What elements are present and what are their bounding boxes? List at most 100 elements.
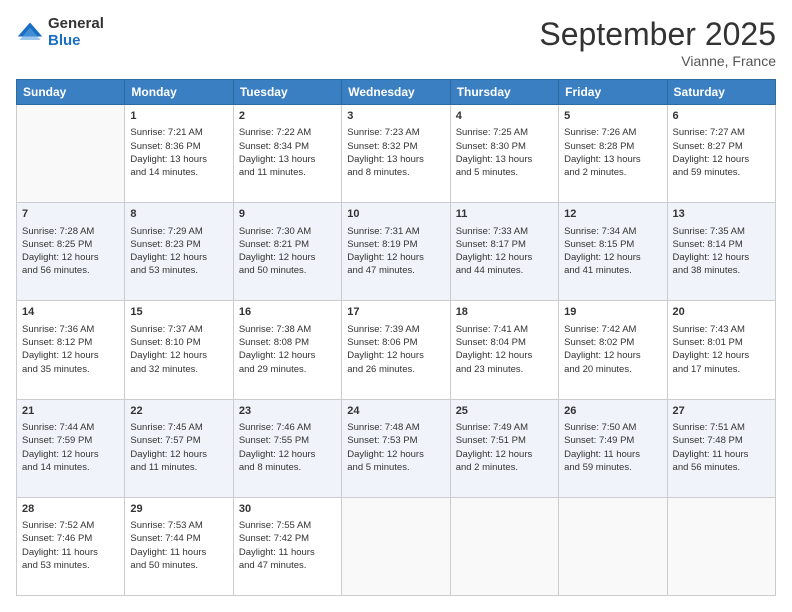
day-info: Sunset: 8:04 PM (456, 336, 553, 349)
col-header-thursday: Thursday (450, 80, 558, 105)
day-info: Sunrise: 7:34 AM (564, 225, 661, 238)
day-info: Sunrise: 7:26 AM (564, 126, 661, 139)
day-info: Daylight: 12 hours (130, 251, 227, 264)
calendar-cell-2-1: 15Sunrise: 7:37 AMSunset: 8:10 PMDayligh… (125, 301, 233, 399)
day-number: 22 (130, 404, 227, 419)
day-info: Daylight: 13 hours (130, 153, 227, 166)
day-info: Sunset: 8:25 PM (22, 238, 119, 251)
day-info: Sunrise: 7:27 AM (673, 126, 770, 139)
calendar-cell-1-1: 8Sunrise: 7:29 AMSunset: 8:23 PMDaylight… (125, 203, 233, 301)
day-info: Daylight: 12 hours (22, 251, 119, 264)
day-info: Sunrise: 7:49 AM (456, 421, 553, 434)
day-info: Sunset: 8:34 PM (239, 140, 336, 153)
calendar-cell-0-2: 2Sunrise: 7:22 AMSunset: 8:34 PMDaylight… (233, 105, 341, 203)
calendar-header-row: SundayMondayTuesdayWednesdayThursdayFrid… (17, 80, 776, 105)
day-info: and 44 minutes. (456, 264, 553, 277)
day-info: Sunrise: 7:36 AM (22, 323, 119, 336)
calendar-cell-1-3: 10Sunrise: 7:31 AMSunset: 8:19 PMDayligh… (342, 203, 450, 301)
calendar-cell-4-5 (559, 497, 667, 595)
day-info: Daylight: 12 hours (239, 448, 336, 461)
day-info: Sunrise: 7:41 AM (456, 323, 553, 336)
calendar-cell-3-3: 24Sunrise: 7:48 AMSunset: 7:53 PMDayligh… (342, 399, 450, 497)
calendar-cell-1-6: 13Sunrise: 7:35 AMSunset: 8:14 PMDayligh… (667, 203, 775, 301)
day-number: 4 (456, 109, 553, 124)
day-number: 24 (347, 404, 444, 419)
day-info: and 50 minutes. (130, 559, 227, 572)
day-info: and 20 minutes. (564, 363, 661, 376)
day-info: and 56 minutes. (673, 461, 770, 474)
week-row-0: 1Sunrise: 7:21 AMSunset: 8:36 PMDaylight… (17, 105, 776, 203)
day-info: Sunset: 7:48 PM (673, 434, 770, 447)
day-info: Sunset: 7:42 PM (239, 532, 336, 545)
day-number: 15 (130, 305, 227, 320)
day-info: and 32 minutes. (130, 363, 227, 376)
day-info: Daylight: 11 hours (22, 546, 119, 559)
day-info: Sunset: 8:06 PM (347, 336, 444, 349)
day-info: Daylight: 12 hours (22, 448, 119, 461)
day-info: Sunset: 8:27 PM (673, 140, 770, 153)
calendar-cell-0-4: 4Sunrise: 7:25 AMSunset: 8:30 PMDaylight… (450, 105, 558, 203)
col-header-wednesday: Wednesday (342, 80, 450, 105)
location: Vianne, France (539, 53, 776, 69)
day-info: Sunset: 8:01 PM (673, 336, 770, 349)
day-info: and 2 minutes. (456, 461, 553, 474)
day-info: Daylight: 12 hours (239, 349, 336, 362)
day-info: Sunset: 7:49 PM (564, 434, 661, 447)
day-info: Sunset: 7:57 PM (130, 434, 227, 447)
day-info: Daylight: 12 hours (564, 251, 661, 264)
calendar-cell-1-5: 12Sunrise: 7:34 AMSunset: 8:15 PMDayligh… (559, 203, 667, 301)
day-number: 23 (239, 404, 336, 419)
day-number: 14 (22, 305, 119, 320)
day-number: 29 (130, 502, 227, 517)
day-number: 10 (347, 207, 444, 222)
day-info: Daylight: 13 hours (564, 153, 661, 166)
calendar-cell-0-3: 3Sunrise: 7:23 AMSunset: 8:32 PMDaylight… (342, 105, 450, 203)
day-info: and 26 minutes. (347, 363, 444, 376)
day-info: Daylight: 12 hours (456, 251, 553, 264)
calendar-cell-4-1: 29Sunrise: 7:53 AMSunset: 7:44 PMDayligh… (125, 497, 233, 595)
day-info: Daylight: 13 hours (347, 153, 444, 166)
day-number: 18 (456, 305, 553, 320)
calendar-cell-4-6 (667, 497, 775, 595)
day-info: Sunset: 8:23 PM (130, 238, 227, 251)
day-info: and 2 minutes. (564, 166, 661, 179)
header: General Blue September 2025 Vianne, Fran… (16, 16, 776, 69)
day-info: Sunrise: 7:22 AM (239, 126, 336, 139)
day-info: Sunset: 8:08 PM (239, 336, 336, 349)
day-info: Daylight: 12 hours (673, 251, 770, 264)
day-info: Sunset: 8:30 PM (456, 140, 553, 153)
day-info: Sunrise: 7:35 AM (673, 225, 770, 238)
calendar-cell-3-4: 25Sunrise: 7:49 AMSunset: 7:51 PMDayligh… (450, 399, 558, 497)
col-header-sunday: Sunday (17, 80, 125, 105)
day-info: Sunset: 8:02 PM (564, 336, 661, 349)
day-info: Daylight: 12 hours (673, 349, 770, 362)
day-info: Sunset: 8:28 PM (564, 140, 661, 153)
day-info: Sunrise: 7:42 AM (564, 323, 661, 336)
day-info: Daylight: 11 hours (239, 546, 336, 559)
calendar-cell-0-0 (17, 105, 125, 203)
calendar-cell-2-4: 18Sunrise: 7:41 AMSunset: 8:04 PMDayligh… (450, 301, 558, 399)
day-info: Daylight: 13 hours (239, 153, 336, 166)
day-info: Daylight: 11 hours (564, 448, 661, 461)
day-info: Daylight: 11 hours (673, 448, 770, 461)
day-info: and 59 minutes. (673, 166, 770, 179)
day-info: Daylight: 12 hours (130, 349, 227, 362)
day-info: Sunrise: 7:39 AM (347, 323, 444, 336)
day-info: Sunrise: 7:52 AM (22, 519, 119, 532)
day-info: Sunset: 7:46 PM (22, 532, 119, 545)
calendar-cell-2-2: 16Sunrise: 7:38 AMSunset: 8:08 PMDayligh… (233, 301, 341, 399)
logo-icon (16, 19, 44, 47)
day-number: 6 (673, 109, 770, 124)
day-info: Sunrise: 7:53 AM (130, 519, 227, 532)
day-info: Sunset: 7:53 PM (347, 434, 444, 447)
day-info: Daylight: 12 hours (347, 349, 444, 362)
calendar-cell-1-4: 11Sunrise: 7:33 AMSunset: 8:17 PMDayligh… (450, 203, 558, 301)
day-info: and 14 minutes. (130, 166, 227, 179)
col-header-friday: Friday (559, 80, 667, 105)
day-number: 1 (130, 109, 227, 124)
day-info: and 11 minutes. (130, 461, 227, 474)
day-info: Sunset: 7:55 PM (239, 434, 336, 447)
day-info: and 11 minutes. (239, 166, 336, 179)
col-header-saturday: Saturday (667, 80, 775, 105)
day-info: and 53 minutes. (130, 264, 227, 277)
